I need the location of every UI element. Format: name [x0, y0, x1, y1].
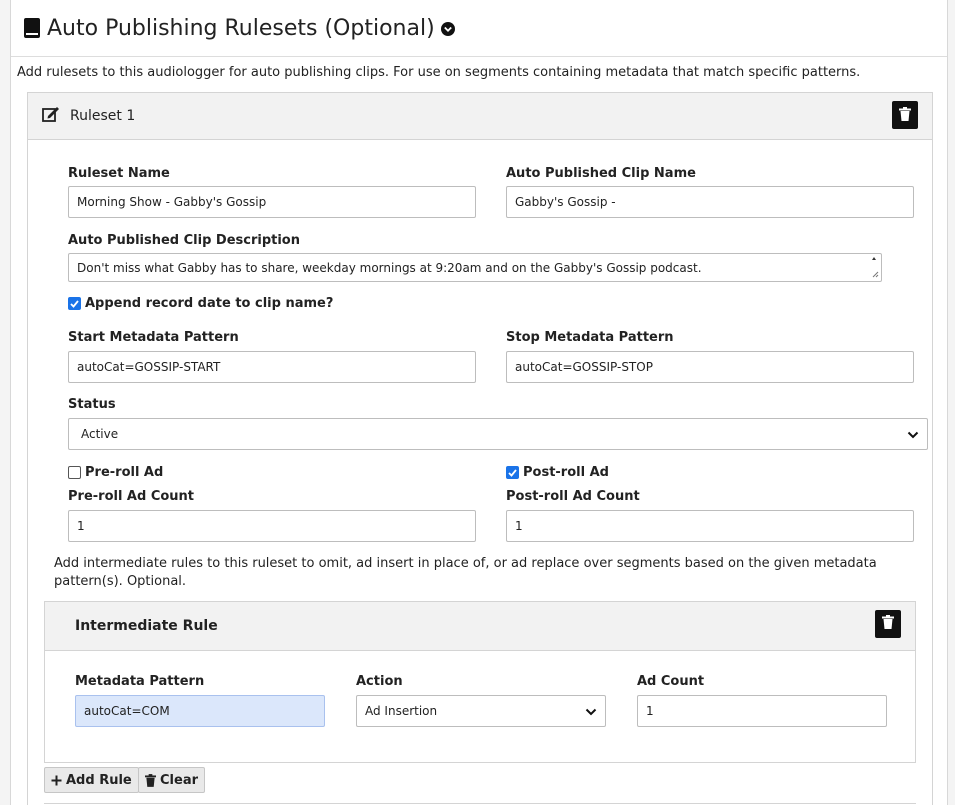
- ad-count-label: Ad Count: [637, 674, 705, 689]
- check-icon: [70, 299, 79, 308]
- preroll-count-input[interactable]: 1: [68, 510, 476, 542]
- chevron-circle-down-icon[interactable]: [440, 21, 455, 36]
- append-date-checkbox[interactable]: [68, 297, 81, 310]
- start-pattern-label: Start Metadata Pattern: [68, 330, 239, 345]
- append-date-label: Append record date to clip name?: [85, 296, 334, 311]
- ruleset-title: Ruleset 1: [70, 108, 136, 124]
- action-select[interactable]: Ad Insertion: [356, 695, 606, 727]
- append-date-checkbox-row[interactable]: Append record date to clip name?: [68, 296, 333, 311]
- clear-button[interactable]: Clear: [138, 767, 205, 793]
- chevron-down-icon: [907, 429, 919, 439]
- intermediate-rule-card: Intermediate Rule Metadata Pattern autoC…: [44, 601, 916, 763]
- clip-description-textarea[interactable]: Don't miss what Gabby has to share, week…: [68, 253, 882, 282]
- panel-header: Auto Publishing Rulesets (Optional): [11, 0, 947, 57]
- ruleset-name-label: Ruleset Name: [68, 166, 170, 181]
- page-title: Auto Publishing Rulesets (Optional): [47, 15, 435, 41]
- panel-description: Add rulesets to this audiologger for aut…: [17, 65, 861, 80]
- clip-description-label: Auto Published Clip Description: [68, 233, 300, 248]
- delete-ruleset-button[interactable]: [892, 101, 918, 129]
- stop-pattern-input[interactable]: autoCat=GOSSIP-STOP: [506, 351, 914, 383]
- ruleset-name-input[interactable]: Morning Show - Gabby's Gossip: [68, 186, 476, 218]
- clear-label: Clear: [160, 772, 198, 788]
- postroll-count-input[interactable]: 1: [506, 510, 914, 542]
- status-select-value: Active: [81, 427, 119, 441]
- clip-name-label: Auto Published Clip Name: [506, 166, 696, 181]
- intermediate-rule-header: Intermediate Rule: [45, 602, 915, 651]
- ruleset-header: Ruleset 1: [28, 93, 932, 140]
- book-icon: [23, 17, 41, 39]
- delete-intermediate-rule-button[interactable]: [875, 610, 901, 638]
- edit-icon[interactable]: [42, 106, 60, 126]
- check-icon: [508, 468, 517, 477]
- add-rule-label: Add Rule: [66, 772, 132, 788]
- status-select[interactable]: Active: [68, 418, 928, 450]
- clip-name-input[interactable]: Gabby's Gossip -: [506, 186, 914, 218]
- trash-icon: [145, 773, 156, 787]
- ruleset-card: Ruleset 1 Ruleset Name Morning Show - Ga…: [27, 92, 933, 805]
- postroll-checkbox-row[interactable]: Post-roll Ad: [506, 465, 609, 480]
- start-pattern-input[interactable]: autoCat=GOSSIP-START: [68, 351, 476, 383]
- trash-icon: [899, 106, 911, 125]
- metadata-pattern-input[interactable]: autoCat=COM: [75, 695, 325, 727]
- stop-pattern-label: Stop Metadata Pattern: [506, 330, 674, 345]
- trash-icon: [882, 615, 894, 633]
- action-select-value: Ad Insertion: [365, 704, 438, 718]
- postroll-checkbox[interactable]: [506, 466, 519, 479]
- chevron-down-icon: [585, 706, 597, 716]
- preroll-count-label: Pre-roll Ad Count: [68, 489, 195, 504]
- postroll-label: Post-roll Ad: [523, 465, 609, 480]
- action-label: Action: [356, 674, 403, 689]
- ad-count-input[interactable]: 1: [637, 695, 887, 727]
- postroll-count-label: Post-roll Ad Count: [506, 489, 640, 504]
- clip-description-text: Don't miss what Gabby has to share, week…: [77, 260, 702, 275]
- metadata-pattern-label: Metadata Pattern: [75, 674, 205, 689]
- auto-publishing-panel: Auto Publishing Rulesets (Optional) Add …: [10, 0, 948, 805]
- preroll-checkbox[interactable]: [68, 466, 81, 479]
- intermediate-info-text: Add intermediate rules to this ruleset t…: [54, 556, 877, 589]
- add-rule-button[interactable]: Add Rule: [44, 767, 139, 793]
- status-label: Status: [68, 397, 116, 412]
- plus-icon: [51, 775, 62, 785]
- resize-grip-icon[interactable]: [869, 256, 879, 283]
- preroll-checkbox-row[interactable]: Pre-roll Ad: [68, 465, 163, 480]
- preroll-label: Pre-roll Ad: [85, 465, 164, 480]
- intermediate-rule-title: Intermediate Rule: [75, 618, 218, 634]
